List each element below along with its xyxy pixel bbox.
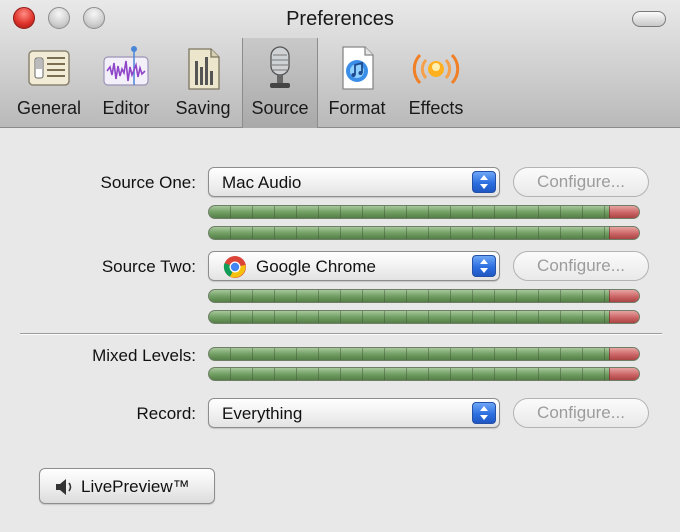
tab-general[interactable]: General [10, 38, 88, 128]
tab-saving[interactable]: Saving [164, 38, 242, 128]
tab-general-label: General [16, 98, 82, 118]
music-document-icon [342, 46, 374, 90]
mixed-level-meter-right [208, 367, 640, 381]
source-two-label: Source Two: [101, 257, 196, 276]
broadcast-signal-icon [412, 53, 460, 85]
popup-stepper-icon [472, 255, 496, 277]
peak-indicator [609, 227, 639, 239]
speaker-icon [56, 479, 72, 495]
preferences-window: Preferences General Editor Saving Source… [0, 0, 680, 532]
source-one-label: Source One: [100, 173, 196, 192]
source-two-popup[interactable]: Google Chrome [208, 251, 500, 281]
live-preview-button[interactable]: LivePreview™ [39, 468, 215, 504]
peak-indicator [609, 206, 639, 218]
tab-editor-label: Editor [102, 98, 150, 118]
source-one-level-meter-left [208, 205, 640, 219]
peak-indicator [609, 348, 639, 360]
peak-indicator [609, 368, 639, 380]
popup-stepper-icon [472, 402, 496, 424]
tab-source[interactable]: Source [242, 38, 318, 128]
section-divider [20, 333, 662, 335]
source-one-level-meter-right [208, 226, 640, 240]
microphone-icon [270, 46, 290, 88]
file-cabinet-icon [188, 48, 220, 90]
tab-effects-label: Effects [408, 98, 464, 118]
tab-saving-label: Saving [175, 98, 231, 118]
source-one-popup[interactable]: Mac Audio [208, 167, 500, 197]
tab-format-label: Format [328, 98, 386, 118]
record-popup[interactable]: Everything [208, 398, 500, 428]
source-one-configure-button[interactable]: Configure... [513, 167, 649, 197]
toolbar-toggle-button[interactable] [632, 11, 666, 27]
preferences-tabs: General Editor Saving Source Format Effe… [10, 38, 476, 128]
tab-format[interactable]: Format [318, 38, 396, 128]
peak-indicator [609, 290, 639, 302]
mixed-level-meter-left [208, 347, 640, 361]
record-value: Everything [222, 404, 303, 423]
chrome-icon [223, 256, 246, 278]
source-two-value: Google Chrome [256, 257, 377, 276]
source-two-configure-button[interactable]: Configure... [513, 251, 649, 281]
tab-editor[interactable]: Editor [88, 38, 164, 128]
live-preview-label: LivePreview™ [81, 477, 190, 496]
mixed-levels-label: Mixed Levels: [92, 346, 196, 365]
source-two-level-meter-left [208, 289, 640, 303]
source-one-value: Mac Audio [222, 173, 302, 192]
waveform-icon [103, 46, 149, 86]
peak-indicator [609, 311, 639, 323]
tab-source-label: Source [251, 98, 309, 118]
record-configure-button[interactable]: Configure... [513, 398, 649, 428]
window-title: Preferences [286, 8, 394, 30]
source-two-level-meter-right [208, 310, 640, 324]
popup-stepper-icon [472, 171, 496, 193]
tab-effects[interactable]: Effects [396, 38, 476, 128]
general-switch-icon [28, 50, 70, 86]
toolbar: Preferences General Editor Saving Source… [0, 0, 680, 128]
record-label: Record: [136, 404, 196, 423]
